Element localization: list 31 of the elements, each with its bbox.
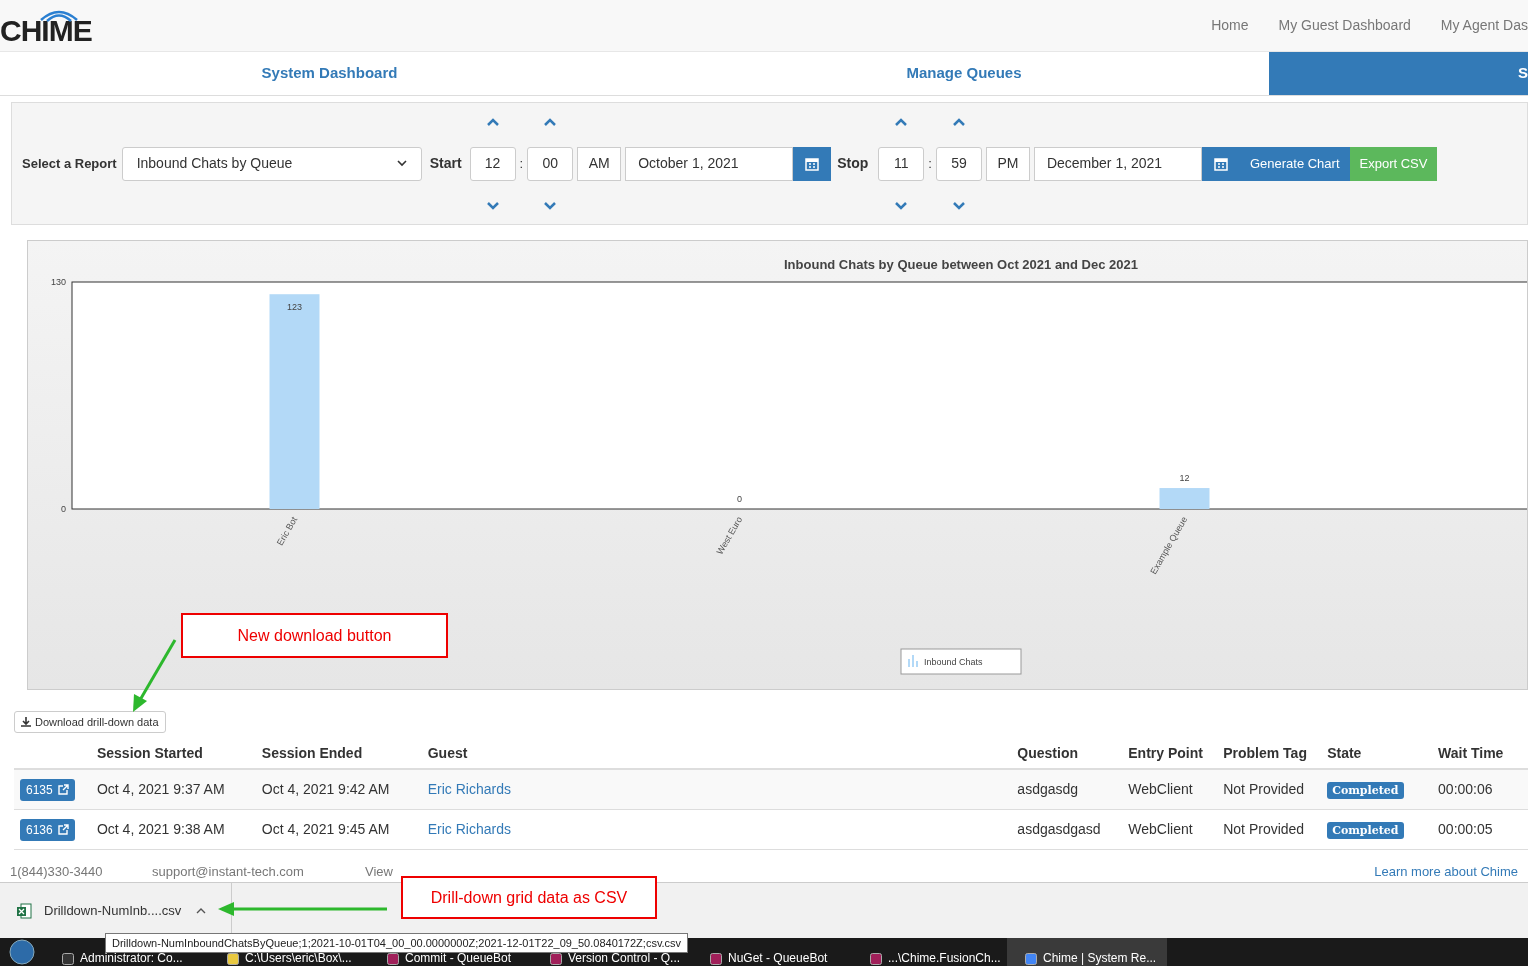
table-cell: WebClient bbox=[1128, 781, 1193, 797]
data-label: 123 bbox=[287, 302, 302, 313]
colon-separator: : bbox=[519, 154, 524, 173]
table-cell: Not Provided bbox=[1223, 781, 1305, 797]
table-cell: Not Provided bbox=[1223, 821, 1305, 837]
phone-text: 1(844)330-3440 bbox=[10, 862, 104, 881]
table-cell: 00:00:05 bbox=[1438, 821, 1493, 837]
legend-label: Inbound Chats bbox=[924, 657, 984, 667]
table-cell: 00:00:06 bbox=[1438, 781, 1493, 797]
y-tick-label: 130 bbox=[50, 277, 66, 287]
x-axis-label: Eric Bot bbox=[274, 515, 300, 548]
table-cell: asdgasdg bbox=[1017, 781, 1079, 797]
colon-separator: : bbox=[928, 154, 932, 173]
chart-title: Inbound Chats by Queue between Oct 2021 and Dec 2021 bbox=[784, 257, 1138, 272]
table-cell: Oct 4, 2021 9:38 AM bbox=[96, 821, 225, 837]
y-tick-label: 0 bbox=[61, 504, 66, 514]
table-cell: Oct 4, 2021 9:37 AM bbox=[96, 781, 225, 797]
table-cell: Oct 4, 2021 9:45 AM bbox=[261, 821, 390, 837]
field-label: Stop bbox=[837, 154, 869, 173]
data-label: 12 bbox=[1179, 473, 1190, 484]
state-badge: Completed bbox=[1327, 822, 1404, 839]
filename-tooltip: Drilldown-NumInboundChatsByQueue;1;2021-10-01T04_00_00.0000000Z;2021-12-01T22_09_50.0840172Z;csv.csv bbox=[105, 933, 689, 953]
annotation-callout: Drill-down grid data as CSV bbox=[401, 876, 657, 919]
table-cell: Oct 4, 2021 9:42 AM bbox=[261, 781, 390, 797]
table-cell: WebClient bbox=[1128, 821, 1193, 837]
field-label: Select a Report bbox=[22, 154, 117, 173]
table-cell: asdgasdgasd bbox=[1017, 821, 1101, 837]
field-label: Start bbox=[429, 154, 462, 173]
state-badge: Completed bbox=[1327, 782, 1404, 799]
data-label: 0 bbox=[737, 494, 742, 504]
annotation-callout: New download button bbox=[181, 613, 448, 658]
